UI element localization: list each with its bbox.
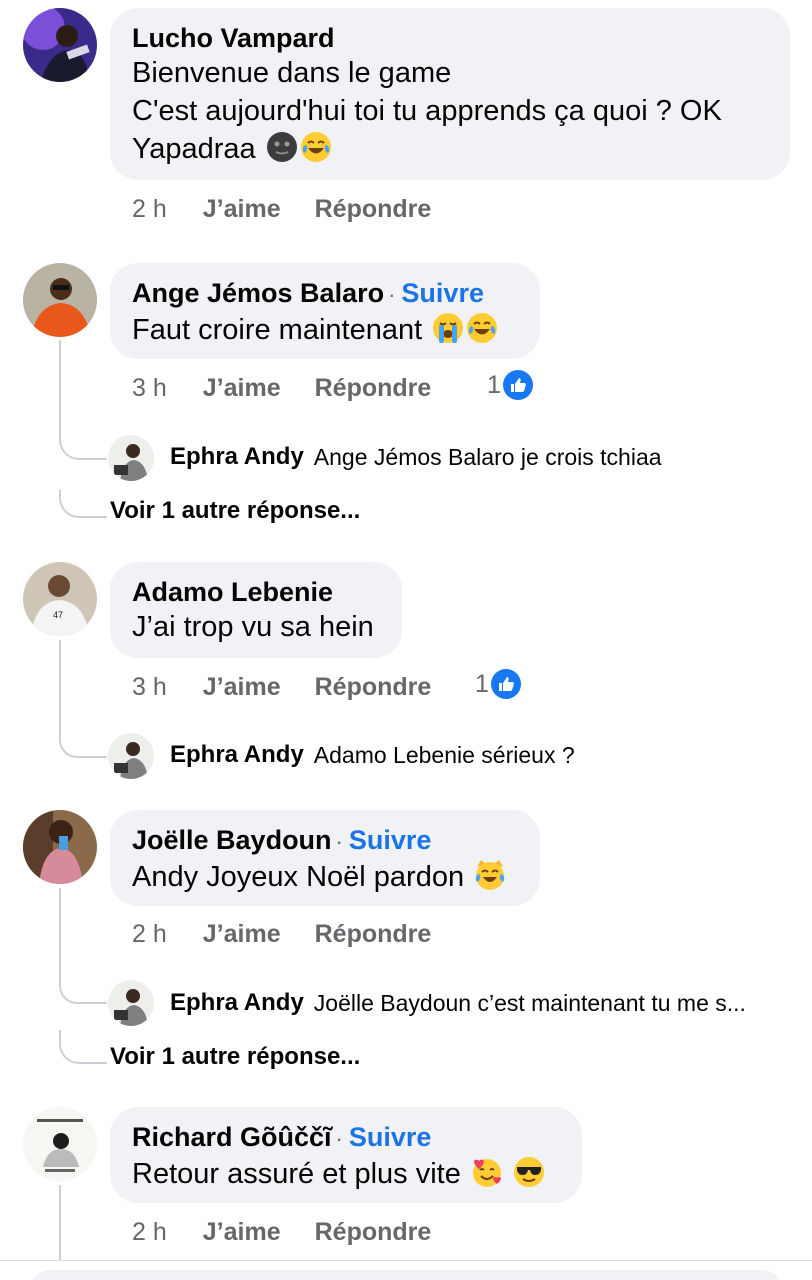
reply-item: Ephra Andy Ange Jémos Balaro je crois tc… [108, 443, 662, 471]
thread-line [59, 340, 61, 440]
timestamp[interactable]: 2 h [132, 920, 167, 948]
reply-author[interactable]: Ephra Andy [170, 741, 304, 769]
comment-composer[interactable] [30, 1270, 782, 1280]
thread-line [59, 1185, 61, 1260]
thumbs-up-icon [502, 370, 533, 400]
reply-button[interactable]: Répondre [315, 1218, 432, 1246]
reply-author[interactable]: Ephra Andy [170, 443, 304, 471]
reply-button[interactable]: Répondre [315, 374, 432, 402]
like-button[interactable]: J’aime [203, 673, 281, 701]
view-more-replies[interactable]: Voir 1 autre réponse... [110, 497, 360, 525]
loudly-crying-icon [432, 312, 464, 344]
comment-actions: 2 h J’aime Répondre [132, 920, 465, 949]
reply-text: Ange Jémos Balaro je crois tchiaa [313, 443, 662, 470]
comment-author[interactable]: Adamo Lebenie [132, 577, 333, 607]
avatar[interactable] [23, 1107, 97, 1181]
separator-dot: · [335, 829, 343, 854]
thread-elbow [59, 1030, 107, 1064]
thread-line [59, 640, 61, 740]
like-button[interactable]: J’aime [203, 195, 281, 223]
thumbs-up-icon [490, 669, 521, 699]
follow-button[interactable]: Suivre [349, 825, 432, 855]
separator-dot: · [388, 282, 396, 307]
avatar[interactable] [23, 810, 97, 884]
like-button[interactable]: J’aime [203, 374, 281, 402]
svg-text:47: 47 [53, 610, 63, 620]
reaction-count[interactable]: 1 [475, 669, 521, 699]
comment-text: Retour assuré et plus vite [132, 1155, 560, 1193]
comment-bubble: Richard Gõûččĩ · Suivre Retour assuré et p… [110, 1107, 582, 1203]
timestamp[interactable]: 2 h [132, 195, 167, 223]
follow-button[interactable]: Suivre [401, 278, 484, 308]
avatar[interactable] [23, 8, 97, 82]
comment-bubble: Adamo Lebenie J’ai trop vu sa hein [110, 562, 402, 658]
smiling-face-with-hearts-icon [471, 1156, 503, 1188]
comment-author[interactable]: Lucho Vampard [132, 23, 335, 53]
comment-bubble: Ange Jémos Balaro · Suivre Faut croire mai… [110, 263, 540, 359]
reply-button[interactable]: Répondre [315, 195, 432, 223]
thread-elbow [59, 490, 107, 518]
comment-text: Andy Joyeux Noël pardon [132, 858, 518, 896]
reply-item: Ephra Andy Joëlle Baydoun c’est maintena… [108, 989, 746, 1017]
tears-of-joy-icon [466, 312, 498, 344]
timestamp[interactable]: 2 h [132, 1218, 167, 1246]
comment-author[interactable]: Richard Gõûččĩ [132, 1122, 332, 1152]
comment-bubble: Joëlle Baydoun · Suivre Andy Joyeux Noël p… [110, 810, 540, 906]
comment-text: Bienvenue dans le game C'est aujourd'hui… [132, 57, 722, 165]
tears-of-joy-icon [300, 131, 332, 163]
new-moon-face-icon [266, 131, 298, 163]
comment-text: Faut croire maintenant [132, 311, 518, 349]
cat-tears-of-joy-icon [474, 859, 506, 891]
reply-text: Adamo Lebenie sérieux ? [313, 741, 575, 768]
comment-actions: 2 h J’aime Répondre [132, 1218, 465, 1247]
avatar[interactable]: 47 [23, 562, 97, 636]
reaction-count[interactable]: 1 [487, 370, 533, 400]
reply-button[interactable]: Répondre [315, 673, 432, 701]
comment-bubble: Lucho Vampard Bienvenue dans le game C'e… [110, 8, 790, 180]
like-button[interactable]: J’aime [203, 1218, 281, 1246]
separator-dot: · [335, 1126, 343, 1151]
like-button[interactable]: J’aime [203, 920, 281, 948]
comment-author[interactable]: Ange Jémos Balaro [132, 278, 384, 308]
reply-text: Joëlle Baydoun c’est maintenant tu me s.… [313, 989, 746, 1016]
timestamp[interactable]: 3 h [132, 374, 167, 402]
reply-author[interactable]: Ephra Andy [170, 989, 304, 1017]
comment-text: J’ai trop vu sa hein [132, 611, 374, 643]
reply-button[interactable]: Répondre [315, 920, 432, 948]
thread-elbow [59, 986, 107, 1004]
timestamp[interactable]: 3 h [132, 673, 167, 701]
reply-item: Ephra Andy Adamo Lebenie sérieux ? [108, 741, 575, 769]
follow-button[interactable]: Suivre [349, 1122, 432, 1152]
comment-actions: 2 h J’aime Répondre [132, 195, 465, 224]
comment-actions: 3 h J’aime Répondre [132, 374, 465, 403]
avatar[interactable] [23, 263, 97, 337]
comment-actions: 3 h J’aime Répondre [132, 673, 465, 702]
thread-line [59, 888, 61, 988]
view-more-replies[interactable]: Voir 1 autre réponse... [110, 1043, 360, 1071]
smiling-face-with-sunglasses-icon [513, 1156, 545, 1188]
thread-elbow [59, 440, 107, 460]
thread-elbow [59, 740, 107, 758]
comment-author[interactable]: Joëlle Baydoun [132, 825, 332, 855]
